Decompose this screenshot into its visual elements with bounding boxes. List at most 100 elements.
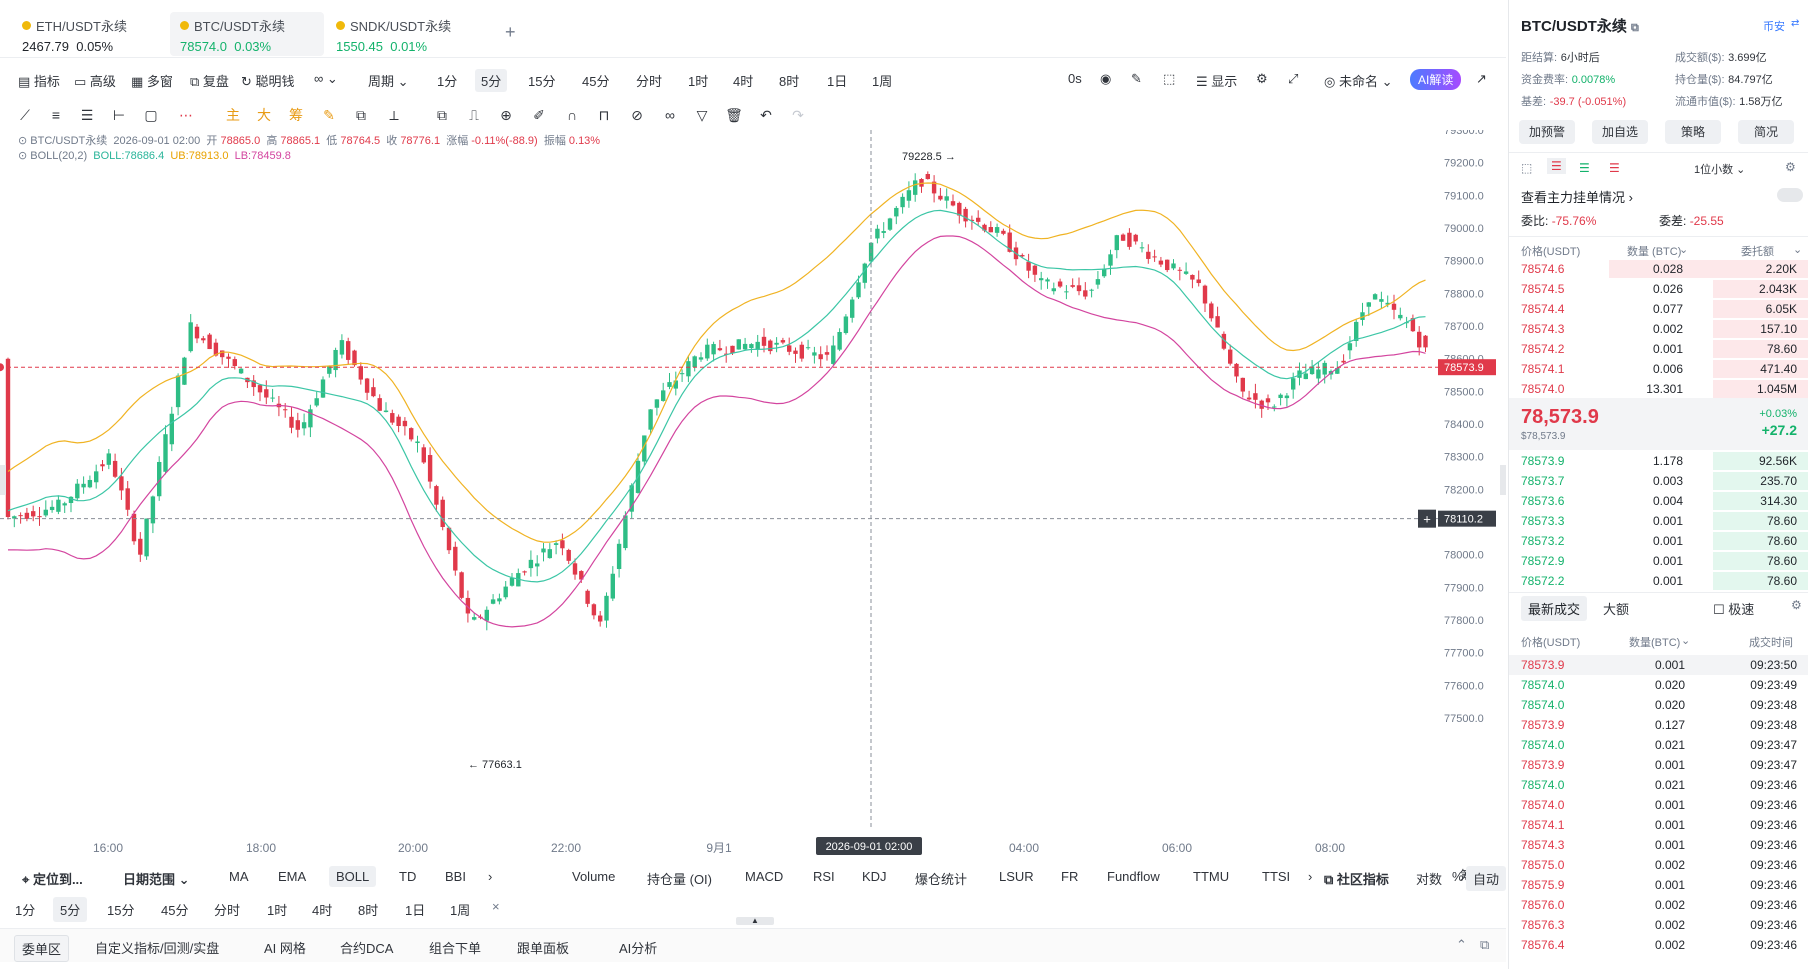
trade-row[interactable]: 78574.0 0.020 09:23:49: [1509, 675, 1808, 695]
tab-sndk[interactable]: SNDK/USDT永续 1550.45 0.01%: [326, 12, 486, 56]
chevron-down-icon[interactable]: ⌄: [1681, 634, 1690, 647]
bid-row[interactable]: 78573.6 0.004 314.30: [1509, 491, 1808, 511]
popout-icon[interactable]: ⧉: [1480, 937, 1489, 953]
interval-8h[interactable]: 8时: [779, 71, 799, 90]
trade-row[interactable]: 78574.0 0.001 09:23:46: [1509, 795, 1808, 815]
sub-ttsi[interactable]: TTSI: [1262, 869, 1290, 884]
bottom-interval-4h[interactable]: 4时: [312, 900, 332, 919]
add-watchlist-button[interactable]: 加自选: [1592, 120, 1648, 144]
sub-fundflow[interactable]: Fundflow: [1107, 869, 1160, 884]
copy-icon[interactable]: ⧉: [433, 106, 451, 124]
log-toggle[interactable]: 对数: [1416, 869, 1442, 888]
sub-kdj[interactable]: KDJ: [862, 869, 887, 884]
interval-45m[interactable]: 45分: [582, 71, 609, 90]
decimals-dropdown[interactable]: 1位小数 ⌄: [1694, 161, 1745, 177]
period-dropdown[interactable]: 周期 ⌄: [368, 71, 409, 90]
interval-4h[interactable]: 4时: [733, 71, 753, 90]
trade-row[interactable]: 78575.9 0.001 09:23:46: [1509, 875, 1808, 895]
undo-icon[interactable]: ↶: [757, 106, 775, 124]
chevron-down-icon[interactable]: ⌄: [1679, 243, 1688, 256]
bottom-interval-1d[interactable]: 1日: [405, 900, 425, 919]
bottom-interval-15m[interactable]: 15分: [107, 900, 134, 919]
interval-1m[interactable]: 1分: [437, 71, 457, 90]
overview-button[interactable]: 简况: [1738, 120, 1794, 144]
trade-row[interactable]: 78573.9 0.001 09:23:50: [1509, 655, 1808, 675]
brush-icon[interactable]: ✐: [530, 106, 548, 124]
replay-button[interactable]: ⧉ 复盘: [190, 71, 229, 90]
auto-toggle[interactable]: 自动: [1466, 866, 1507, 891]
main-orders-link[interactable]: 查看主力挂单情况 ›: [1521, 187, 1633, 206]
chevron-down-icon[interactable]: ⌄: [1793, 243, 1802, 256]
camera-icon[interactable]: ◉: [1100, 71, 1111, 87]
ob-mode-both-icon[interactable]: ⬚: [1521, 161, 1532, 175]
ob-mode-bids-icon[interactable]: ☰: [1579, 161, 1590, 175]
magic-icon[interactable]: ⧉: [352, 106, 370, 124]
link-icon[interactable]: ∞: [661, 106, 679, 124]
share-icon[interactable]: ↗: [1476, 71, 1487, 87]
ind-td[interactable]: TD: [399, 869, 416, 884]
panel-orders[interactable]: 委单区: [14, 935, 70, 962]
strategy-button[interactable]: 策略: [1665, 120, 1721, 144]
date-range-dropdown[interactable]: 日期范围 ⌄: [123, 869, 190, 888]
trash-icon[interactable]: 🗑: [725, 106, 743, 124]
ask-row[interactable]: 78574.1 0.006 471.40: [1509, 359, 1808, 379]
trade-row[interactable]: 78576.4 0.002 09:23:46: [1509, 935, 1808, 955]
hray-tool-icon[interactable]: ⊢: [110, 106, 128, 124]
bottom-interval-1h[interactable]: 1时: [267, 900, 287, 919]
draw-more-icon[interactable]: ∞ ⌄: [314, 71, 338, 87]
ask-row[interactable]: 78574.4 0.077 6.05K: [1509, 299, 1808, 319]
interval-15m[interactable]: 15分: [528, 71, 555, 90]
community-indicator-button[interactable]: ⧉ 社区指标: [1324, 869, 1389, 888]
ask-row[interactable]: 78574.5 0.026 2.043K: [1509, 279, 1808, 299]
bid-row[interactable]: 78572.2 0.001 78.60: [1509, 571, 1808, 591]
ruler-icon[interactable]: ⎍: [465, 106, 483, 124]
bottom-interval-5m[interactable]: 5分: [53, 897, 88, 922]
advanced-button[interactable]: ▭ 高级: [74, 71, 116, 90]
big-chip-icon[interactable]: 大: [255, 106, 273, 124]
export-icon[interactable]: ⬚: [1163, 71, 1175, 87]
trade-row[interactable]: 78576.3 0.002 09:23:46: [1509, 915, 1808, 935]
trade-row[interactable]: 78573.9 0.127 09:23:48: [1509, 715, 1808, 735]
interval-timeline[interactable]: 分时: [636, 71, 662, 90]
chip-icon[interactable]: 筹: [287, 106, 305, 124]
trade-row[interactable]: 78574.0 0.020 09:23:48: [1509, 695, 1808, 715]
path-tool-icon[interactable]: ⋯: [177, 106, 195, 124]
fullscreen-icon[interactable]: ⤢: [1288, 71, 1298, 87]
interval-5m[interactable]: 5分: [475, 69, 508, 92]
sub-fr[interactable]: FR: [1061, 869, 1078, 884]
ask-row[interactable]: 78574.2 0.001 78.60: [1509, 339, 1808, 359]
trade-row[interactable]: 78574.1 0.001 09:23:46: [1509, 815, 1808, 835]
sub-oi[interactable]: 持仓量 (OI): [647, 869, 712, 888]
bid-row[interactable]: 78572.9 0.001 78.60: [1509, 551, 1808, 571]
chart-canvas[interactable]: 79300.0 79200.0 79100.0 79000.0 78900.0 78800…: [0, 125, 1506, 858]
hlines-tool-icon[interactable]: ☰: [78, 106, 96, 124]
sub-ttmu[interactable]: TTMU: [1193, 869, 1229, 884]
pen-icon[interactable]: ✎: [1131, 71, 1142, 87]
sub-liq[interactable]: 爆仓统计: [915, 869, 967, 888]
bottom-interval-8h[interactable]: 8时: [358, 900, 378, 919]
ind-boll[interactable]: BOLL: [329, 866, 377, 887]
main-orders-toggle[interactable]: [1777, 188, 1803, 202]
copy-symbol-icon[interactable]: ⧉: [1631, 22, 1639, 34]
tab-eth[interactable]: ETH/USDT永续 2467.79 0.05%: [12, 12, 162, 56]
sub-macd[interactable]: MACD: [745, 869, 783, 884]
line-tool-icon[interactable]: ⟋: [16, 106, 34, 124]
panel-copytrade[interactable]: 跟单面板: [517, 938, 569, 957]
percent-toggle[interactable]: %: [1452, 869, 1464, 884]
ind-ma[interactable]: MA: [229, 869, 249, 884]
trades-settings-icon[interactable]: ⚙: [1791, 598, 1802, 612]
close-icon[interactable]: ×: [492, 899, 500, 914]
main-chip-icon[interactable]: 主: [224, 106, 242, 124]
hide-icon[interactable]: ⊘: [628, 106, 646, 124]
ai-interpret-button[interactable]: AI解读: [1410, 69, 1462, 90]
bid-row[interactable]: 78573.3 0.001 78.60: [1509, 511, 1808, 531]
ind-more-icon[interactable]: ›: [488, 869, 492, 884]
bid-row[interactable]: 78573.9 1.178 92.56K: [1509, 451, 1808, 471]
smart-money-button[interactable]: ↻ 聪明钱: [241, 71, 295, 90]
lock-icon[interactable]: ⊓: [595, 106, 613, 124]
trade-row[interactable]: 78575.0 0.002 09:23:46: [1509, 855, 1808, 875]
tab-large-trades[interactable]: 大额: [1603, 599, 1629, 618]
edit-orange-icon[interactable]: ✎: [320, 106, 338, 124]
sub-more-icon[interactable]: ›: [1308, 869, 1312, 884]
parallel-tool-icon[interactable]: ≡: [47, 106, 65, 124]
